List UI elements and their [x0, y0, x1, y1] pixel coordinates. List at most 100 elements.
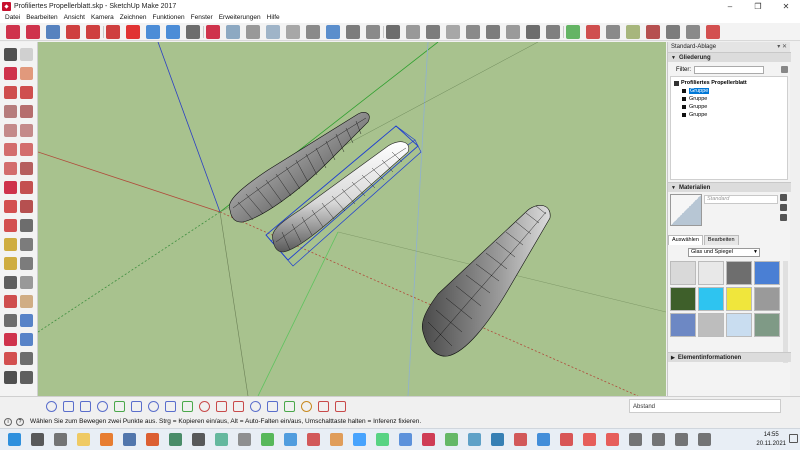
- paste-icon[interactable]: [106, 25, 120, 39]
- maximize-button[interactable]: ❐: [744, 0, 772, 12]
- menu-ansicht[interactable]: Ansicht: [61, 14, 88, 21]
- filter-input[interactable]: [694, 65, 764, 74]
- open-file-icon[interactable]: [26, 25, 40, 39]
- tab-edit[interactable]: Bearbeiten: [703, 235, 739, 245]
- taskbar-clock[interactable]: 14:55 20.11.2021: [756, 431, 786, 449]
- minimize-button[interactable]: –: [716, 0, 744, 12]
- redo-icon[interactable]: [166, 25, 180, 39]
- paint-bucket-icon[interactable]: [4, 67, 17, 80]
- menu-bearbeiten[interactable]: Bearbeiten: [23, 14, 60, 21]
- select-tool-icon[interactable]: [4, 48, 17, 61]
- app-c-icon[interactable]: [606, 433, 619, 446]
- left-view-icon[interactable]: [346, 25, 360, 39]
- line-tool-icon[interactable]: [4, 86, 17, 99]
- look-around-icon[interactable]: [20, 352, 33, 365]
- shadows-icon[interactable]: [546, 25, 560, 39]
- textured-icon[interactable]: [446, 25, 460, 39]
- notification-icon[interactable]: [789, 434, 798, 443]
- model-viewport[interactable]: [38, 42, 666, 396]
- ruby-icon[interactable]: [606, 25, 620, 39]
- outliner-item-selected[interactable]: Gruppe: [682, 88, 710, 94]
- prev-view-icon[interactable]: [20, 333, 33, 346]
- arc-tool-icon[interactable]: [4, 143, 17, 156]
- battery-icon[interactable]: [652, 433, 665, 446]
- pushpull-icon[interactable]: [20, 162, 33, 175]
- powerpoint-icon[interactable]: [146, 433, 159, 446]
- sandbox-icon[interactable]: [486, 25, 500, 39]
- extension-icon[interactable]: [586, 25, 600, 39]
- undo-icon[interactable]: [146, 25, 160, 39]
- default-material-icon[interactable]: [780, 204, 787, 211]
- flip-icon[interactable]: [20, 219, 33, 232]
- style-icon[interactable]: [686, 25, 700, 39]
- tool-icon[interactable]: [514, 433, 527, 446]
- tab-select[interactable]: Auswählen: [668, 235, 703, 245]
- outliner-header[interactable]: ▼ Gliederung: [668, 52, 791, 62]
- help-icon[interactable]: ?: [16, 417, 24, 426]
- component-icon[interactable]: [20, 48, 33, 61]
- menu-kamera[interactable]: Kamera: [88, 14, 117, 21]
- brush-icon[interactable]: [318, 401, 329, 412]
- file-explorer-icon[interactable]: [77, 433, 90, 446]
- mail-icon[interactable]: [238, 433, 251, 446]
- rotated-rect-icon[interactable]: [20, 105, 33, 118]
- info-icon[interactable]: i: [4, 417, 12, 426]
- close-button[interactable]: ✕: [772, 0, 800, 12]
- zoom-window-icon[interactable]: [20, 314, 33, 327]
- wifi-icon[interactable]: [675, 433, 688, 446]
- menu-zeichnen[interactable]: Zeichnen: [117, 14, 150, 21]
- outliner-root[interactable]: Profiliertes Propellerblatt: [674, 80, 747, 86]
- scale-tool-icon[interactable]: [4, 200, 17, 213]
- xray-icon[interactable]: [366, 25, 380, 39]
- axes-tool-icon[interactable]: [4, 276, 17, 289]
- walk-tool-icon[interactable]: [4, 371, 17, 384]
- firefox-icon[interactable]: [100, 433, 113, 446]
- model-info-icon[interactable]: [206, 25, 220, 39]
- notepad-icon[interactable]: [261, 433, 274, 446]
- network-icon[interactable]: [399, 433, 412, 446]
- copy-icon[interactable]: [86, 25, 100, 39]
- rotate-tool-icon[interactable]: [20, 181, 33, 194]
- tray-chevron-icon[interactable]: [629, 433, 642, 446]
- materials-header[interactable]: ▼ Materialien: [668, 182, 791, 192]
- tray-controls[interactable]: ▾ ✕: [777, 43, 787, 50]
- eraser-icon[interactable]: [20, 67, 33, 80]
- text-tool-icon[interactable]: [20, 257, 33, 270]
- knife-icon[interactable]: [301, 401, 312, 412]
- word-icon[interactable]: [123, 433, 136, 446]
- position-camera-icon[interactable]: [4, 352, 17, 365]
- outliner-details-icon[interactable]: [781, 66, 788, 73]
- search-icon[interactable]: [31, 433, 44, 446]
- pie-tool-icon[interactable]: [4, 162, 17, 175]
- pan-tool-icon[interactable]: [20, 295, 33, 308]
- chrome-icon[interactable]: [215, 433, 228, 446]
- material-swatch[interactable]: [754, 313, 780, 337]
- scene-icon[interactable]: [666, 25, 680, 39]
- cut-icon[interactable]: [66, 25, 80, 39]
- menu-fenster[interactable]: Fenster: [188, 14, 216, 21]
- outliner-item[interactable]: Gruppe: [682, 104, 707, 110]
- freehand-icon[interactable]: [20, 86, 33, 99]
- top-view-icon[interactable]: [266, 25, 280, 39]
- menu-funktionen[interactable]: Funktionen: [149, 14, 187, 21]
- material-swatch[interactable]: [754, 287, 780, 311]
- task-view-icon[interactable]: [54, 433, 67, 446]
- settings-icon[interactable]: [445, 433, 458, 446]
- material-swatch[interactable]: [726, 313, 752, 337]
- circle-icon[interactable]: [131, 401, 142, 412]
- material-swatch[interactable]: [670, 261, 696, 285]
- right-view-icon[interactable]: [306, 25, 320, 39]
- material-swatch[interactable]: [726, 287, 752, 311]
- menu-erweiterungen[interactable]: Erweiterungen: [216, 14, 264, 21]
- warehouse-icon[interactable]: [566, 25, 580, 39]
- erase-icon[interactable]: [126, 25, 140, 39]
- rectangle-tool-icon[interactable]: [4, 105, 17, 118]
- material-swatch[interactable]: [698, 313, 724, 337]
- front-view-icon[interactable]: [286, 25, 300, 39]
- excel-icon[interactable]: [169, 433, 182, 446]
- layer-icon[interactable]: [646, 25, 660, 39]
- save-icon[interactable]: [46, 25, 60, 39]
- create-material-icon[interactable]: [780, 194, 787, 201]
- measurements-box[interactable]: Abstand: [629, 399, 781, 413]
- editor-icon[interactable]: [284, 433, 297, 446]
